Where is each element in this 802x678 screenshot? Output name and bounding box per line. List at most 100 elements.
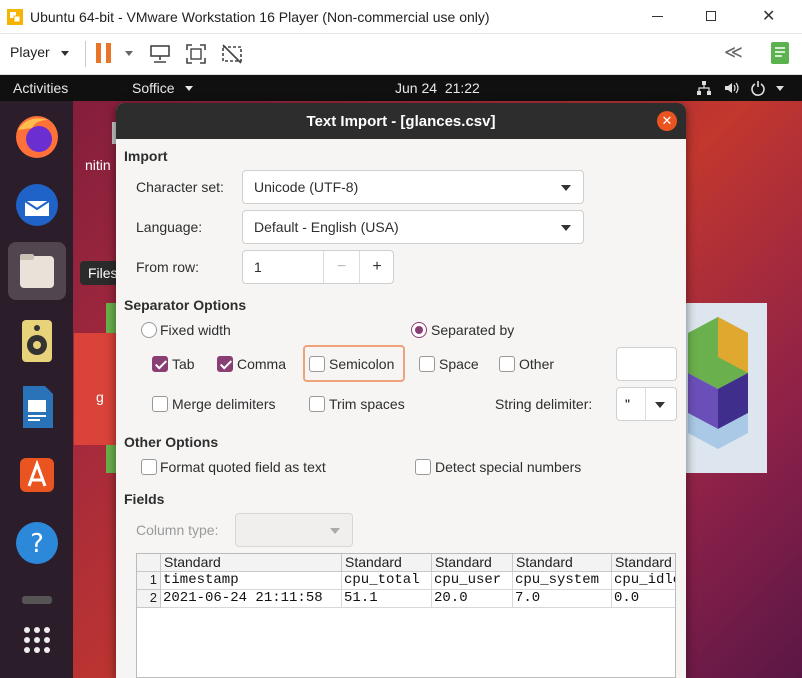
detect-special-label: Detect special numbers [435,459,582,475]
app-menu[interactable]: Soffice [132,80,175,96]
chevron-down-icon [561,185,571,191]
volume-icon[interactable] [723,80,739,96]
preview-grid[interactable]: Standard Standard Standard Standard Stan… [136,553,676,678]
software-store-icon [20,458,54,492]
player-dropdown-icon[interactable] [61,51,69,56]
charset-value: Unicode (UTF-8) [254,179,359,195]
import-heading: Import [124,148,168,164]
tab-label: Tab [172,356,195,372]
grid-cell[interactable]: 2021-06-24 21:11:58 [161,590,342,608]
grid-cell[interactable]: 20.0 [432,590,513,608]
decrement-button[interactable]: − [324,251,359,283]
chevron-down-icon [561,225,571,231]
close-window-button[interactable]: ✕ [762,6,775,26]
combo-divider [645,388,646,420]
player-menu-button[interactable]: Player [10,44,50,60]
network-icon[interactable] [696,80,712,96]
grid-cell[interactable]: cpu_system [513,572,612,590]
column-header[interactable]: Standard [513,554,612,572]
maximize-button[interactable] [706,11,716,21]
charset-label: Character set: [136,179,224,195]
toolbar-divider [85,41,86,67]
detect-special-checkbox[interactable] [415,459,431,475]
grid-cell[interactable]: 0.0 [612,590,675,608]
vmware-title-bar: Ubuntu 64-bit - VMware Workstation 16 Pl… [0,0,802,34]
chevron-down-icon[interactable] [655,402,665,408]
row-number: 2 [137,590,161,608]
speaker-icon [22,320,52,362]
help-icon: ? [16,522,58,564]
grid-cell[interactable]: timestamp [161,572,342,590]
pause-dropdown-icon[interactable] [125,51,133,56]
minimize-button[interactable] [652,16,663,17]
chevron-down-icon [330,528,340,534]
writer-launcher[interactable] [8,378,66,436]
grid-cell[interactable]: cpu_user [432,572,513,590]
pause-icon-bar [106,43,111,63]
separated-by-label: Separated by [431,322,515,338]
pause-icon[interactable] [96,43,101,63]
column-type-dropdown[interactable] [235,513,353,547]
column-header[interactable]: Standard [342,554,432,572]
comma-checkbox[interactable] [217,356,233,372]
library-notes-icon[interactable] [768,40,792,66]
dialog-header: Text Import - [glances.csv] ✕ [116,103,686,139]
other-label: Other [519,356,555,372]
rhythmbox-launcher[interactable] [8,312,66,370]
app-grid-icon [24,627,50,653]
string-delimiter-value: " [625,396,630,412]
thunderbird-launcher[interactable] [8,176,66,234]
grid-cell[interactable]: cpu_idle [612,572,675,590]
window-title: Ubuntu 64-bit - VMware Workstation 16 Pl… [30,9,490,25]
from-row-input[interactable]: 1 [254,259,262,275]
fullscreen-icon[interactable] [184,42,208,66]
column-header[interactable]: Standard [612,554,675,572]
dock-item-partial[interactable] [22,596,52,604]
grid-cell[interactable]: 51.1 [342,590,432,608]
separated-by-radio[interactable] [411,322,427,338]
app-menu-chevron-icon [185,86,193,91]
trim-spaces-checkbox[interactable] [309,396,325,412]
format-quoted-checkbox[interactable] [141,459,157,475]
separator-options-heading: Separator Options [124,297,247,313]
background-window-letter: g [96,389,104,405]
merge-delimiters-checkbox[interactable] [152,396,168,412]
space-checkbox[interactable] [419,356,435,372]
merge-delimiters-label: Merge delimiters [172,396,276,412]
unity-mode-icon[interactable] [220,42,244,66]
show-applications-button[interactable] [8,611,66,669]
system-menu-chevron-icon[interactable] [776,86,784,91]
dialog-close-button[interactable]: ✕ [657,111,677,131]
files-launcher[interactable] [8,242,66,300]
other-checkbox[interactable] [499,356,515,372]
column-header[interactable]: Standard [432,554,513,572]
fixed-width-label: Fixed width [160,322,231,338]
column-header[interactable]: Standard [161,554,342,572]
increment-button[interactable]: + [360,251,394,283]
activities-button[interactable]: Activities [13,80,68,96]
power-icon[interactable] [750,80,766,96]
tab-checkbox[interactable] [152,356,168,372]
comma-label: Comma [237,356,287,372]
string-delimiter-combo[interactable]: " [616,387,677,421]
firefox-launcher[interactable] [8,108,66,166]
collapse-toolbar-icon[interactable]: ≪ [724,42,743,63]
format-quoted-label: Format quoted field as text [160,459,326,475]
software-launcher[interactable] [8,446,66,504]
cube-graphic-icon [688,317,748,449]
charset-dropdown[interactable]: Unicode (UTF-8) [242,170,584,204]
send-ctrl-alt-del-icon[interactable] [148,42,172,66]
semicolon-checkbox[interactable] [309,356,325,372]
background-cube-image [680,303,767,473]
language-dropdown[interactable]: Default - English (USA) [242,210,584,244]
from-row-label: From row: [136,259,199,275]
grid-cell[interactable]: 7.0 [513,590,612,608]
from-row-stepper: 1 − + [242,250,394,284]
grid-cell[interactable]: cpu_total [342,572,432,590]
semicolon-label: Semicolon [329,356,395,372]
background-window-red [74,333,116,445]
clock[interactable]: Jun 24 21:22 [395,80,480,96]
help-launcher[interactable]: ? [8,514,66,572]
other-separator-input[interactable] [616,347,677,381]
fixed-width-radio[interactable] [141,322,157,338]
